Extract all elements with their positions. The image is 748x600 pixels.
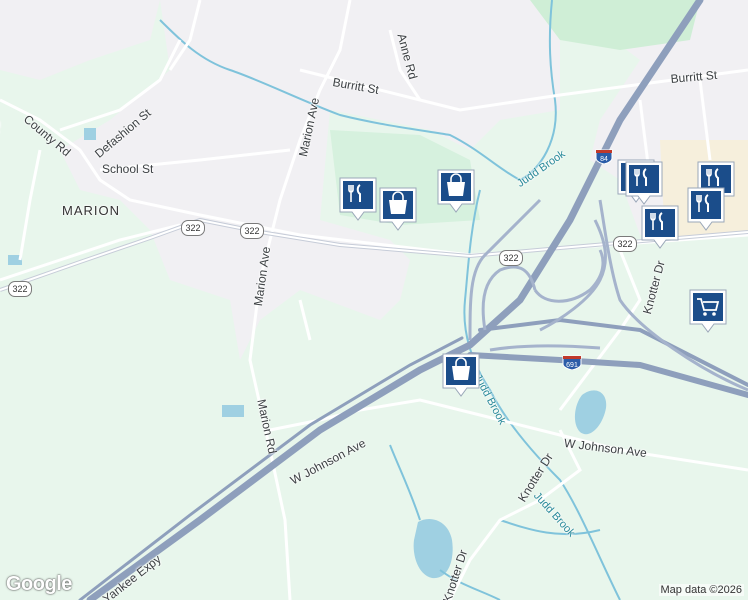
route-322-shield: 322: [499, 250, 523, 266]
google-logo: Google: [6, 573, 72, 595]
grocery-marker[interactable]: [688, 288, 728, 334]
svg-text:84: 84: [600, 156, 608, 163]
restaurant-marker[interactable]: [686, 186, 726, 232]
road-label-school-st: School St: [102, 162, 154, 176]
restaurant-marker[interactable]: [338, 176, 378, 222]
restaurant-marker[interactable]: [640, 204, 680, 250]
shopping-marker[interactable]: [436, 168, 476, 214]
shopping-marker[interactable]: [441, 352, 481, 398]
interstate-84-shield: 84: [595, 149, 613, 164]
route-322-shield: 322: [613, 236, 637, 252]
route-322-shield: 322: [240, 223, 264, 239]
restaurant-marker[interactable]: [624, 160, 664, 206]
shopping-marker[interactable]: [378, 186, 418, 232]
route-322-shield: 322: [8, 281, 32, 297]
svg-text:691: 691: [566, 362, 578, 369]
route-322-shield: 322: [181, 220, 205, 236]
place-label-marion: MARION: [62, 203, 120, 218]
map-canvas[interactable]: County Rd Defashion St School St MARION …: [0, 0, 748, 600]
map-attribution[interactable]: Map data ©2026: [658, 584, 744, 596]
interstate-691-shield: 691: [562, 355, 582, 370]
